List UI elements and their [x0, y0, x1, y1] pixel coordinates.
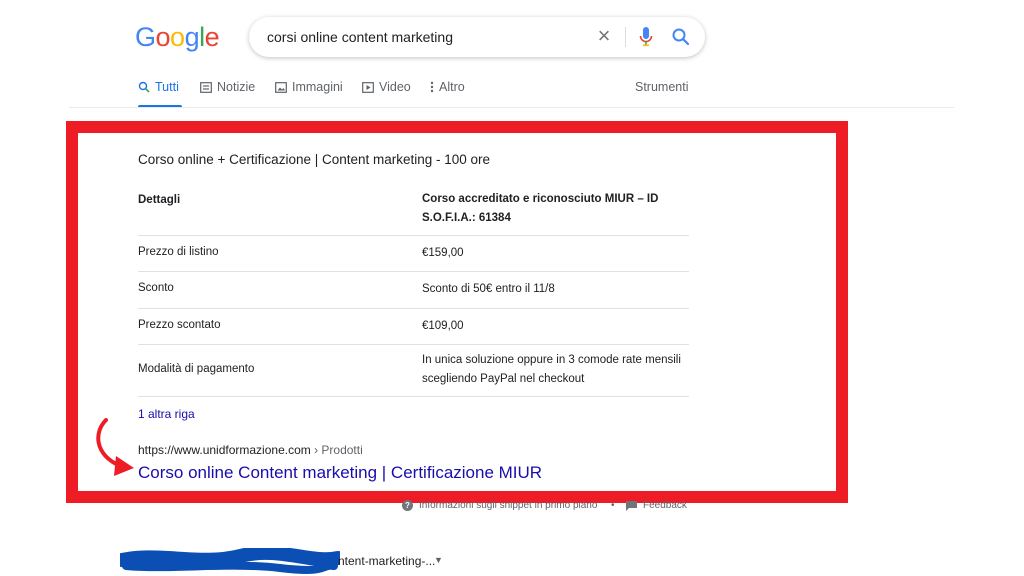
logo-letter: G [135, 22, 156, 52]
logo-letter: o [170, 22, 185, 52]
feedback-label: Feedback [643, 500, 687, 511]
search-icon [138, 81, 150, 93]
logo-letter: o [155, 22, 171, 52]
mic-icon[interactable] [639, 27, 653, 47]
arrow-annotation-icon [96, 418, 134, 476]
search-divider [625, 27, 626, 47]
next-result-url[interactable]: ntent-marketing-... [338, 554, 435, 568]
result-citation[interactable]: https://www.unidformazione.com › Prodott… [138, 443, 363, 457]
row-key: Modalità di pagamento [138, 363, 255, 375]
row-key: Prezzo di listino [138, 246, 219, 258]
tab-video[interactable]: Video [362, 80, 411, 94]
search-input[interactable]: corsi online content marketing [267, 29, 453, 45]
footer-separator: • [611, 500, 615, 511]
search-box[interactable]: corsi online content marketing × [249, 17, 705, 57]
table-row: Modalità di pagamento In unica soluzione… [138, 345, 689, 397]
result-breadcrumb: › Prodotti [310, 443, 363, 457]
more-vert-icon [430, 81, 434, 93]
row-value: €109,00 [422, 320, 464, 332]
search-icon[interactable] [671, 27, 691, 47]
tab-label: Altro [439, 80, 465, 94]
row-value: Sconto di 50€ entro il 11/8 [422, 283, 555, 295]
snippet-title: Corso online + Certificazione | Content … [138, 152, 491, 167]
newspaper-icon [200, 81, 212, 93]
close-icon[interactable]: × [593, 25, 615, 47]
tab-label: Tutti [155, 80, 179, 94]
chevron-down-icon[interactable]: ▼ [434, 555, 443, 565]
tab-tutti[interactable]: Tutti [138, 80, 179, 94]
search-tabs: Tutti Notizie Immagini Video Altro Strum… [0, 80, 1024, 100]
feedback-link[interactable]: Feedback [626, 500, 687, 511]
row-value: In unica soluzione oppure in 3 comode ra… [422, 354, 681, 385]
table-row: Prezzo di listino €159,00 [138, 236, 689, 272]
header-divider [69, 107, 954, 108]
result-url: https://www.unidformazione.com [138, 443, 311, 457]
tab-altro[interactable]: Altro [430, 80, 465, 94]
tab-immagini[interactable]: Immagini [275, 80, 343, 94]
tab-notizie[interactable]: Notizie [200, 80, 255, 94]
row-key: Prezzo scontato [138, 319, 221, 331]
snippet-info[interactable]: ? Informazioni sugli snippet in primo pi… [402, 500, 597, 511]
tab-label: Video [379, 80, 411, 94]
tab-label: Immagini [292, 80, 343, 94]
table-row: Sconto Sconto di 50€ entro il 11/8 [138, 272, 689, 309]
row-key: Sconto [138, 282, 174, 294]
google-logo[interactable]: Google [135, 22, 220, 53]
feedback-icon [626, 500, 637, 511]
logo-letter: g [184, 22, 200, 52]
tab-label: Notizie [217, 80, 256, 94]
result-title-link[interactable]: Corso online Content marketing | Certifi… [138, 463, 542, 483]
more-rows-link[interactable]: 1 altra riga [138, 407, 195, 421]
logo-letter: e [204, 22, 220, 52]
table-row: Dettagli Corso accreditato e riconosciut… [138, 190, 689, 236]
help-icon: ? [402, 500, 413, 511]
snippet-info-label: Informazioni sugli snippet in primo pian… [419, 500, 598, 511]
row-value: €159,00 [422, 247, 464, 259]
redaction-scribble [120, 548, 340, 574]
image-icon [275, 81, 287, 93]
table-row: Prezzo scontato €109,00 [138, 309, 689, 345]
row-value: Corso accreditato e riconosciuto MIUR – … [422, 193, 659, 224]
play-icon [362, 81, 374, 93]
row-key: Dettagli [138, 194, 181, 206]
tools-button[interactable]: Strumenti [635, 80, 689, 94]
